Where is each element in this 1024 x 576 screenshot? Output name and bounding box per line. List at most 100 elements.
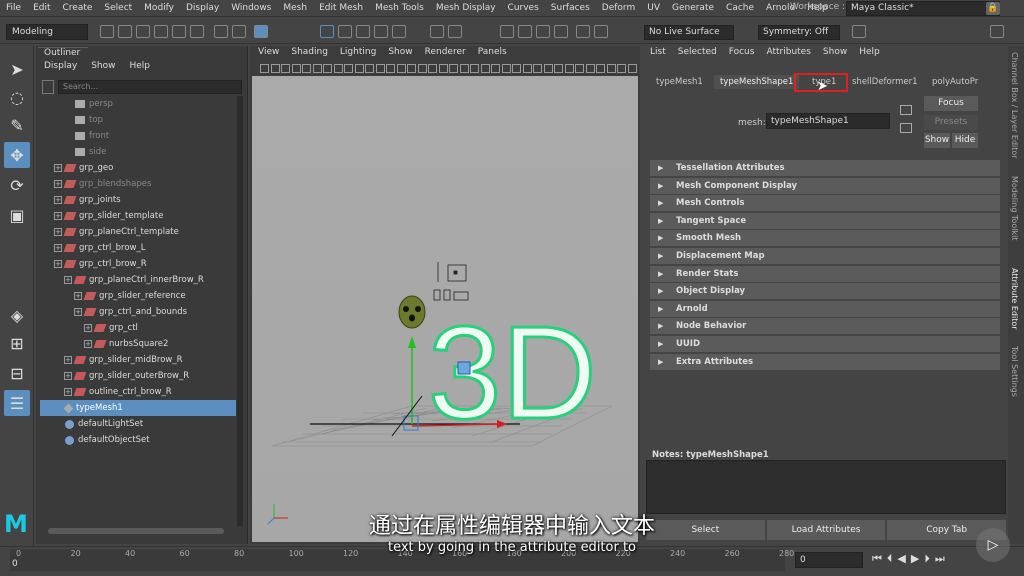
folder-icon[interactable]	[100, 25, 114, 38]
menu-item-surfaces[interactable]: Surfaces	[545, 3, 596, 13]
outliner-row[interactable]: defaultObjectSet	[40, 432, 236, 448]
select-tool-icon[interactable]: ➤	[4, 56, 30, 82]
viewport-tool-icon[interactable]	[302, 64, 311, 73]
save-scene-icon[interactable]	[154, 25, 168, 38]
section-arnold[interactable]: ▶ Arnold	[650, 300, 1000, 317]
move-tool-icon[interactable]: ✥	[4, 142, 30, 168]
menu-item-curves[interactable]: Curves	[502, 3, 545, 13]
rotate-tool-icon[interactable]: ⟳	[4, 172, 30, 198]
viewport-tool-icon[interactable]	[365, 64, 374, 73]
section-tangent-space[interactable]: ▶ Tangent Space	[650, 212, 1000, 229]
expand-icon[interactable]: +	[64, 276, 72, 284]
viewport-tool-icon[interactable]	[438, 64, 448, 73]
expand-arrow-icon[interactable]: ▶	[658, 248, 663, 264]
paint-select-tool-icon[interactable]: ✎	[4, 112, 30, 138]
side-tab-modeling-toolkit[interactable]: Modeling Toolkit	[1010, 176, 1019, 240]
outliner-row[interactable]: + grp_slider_midBrow_R	[40, 352, 236, 368]
render-settings-icon[interactable]	[536, 25, 550, 38]
menu-item-file[interactable]: File	[0, 3, 27, 13]
viewport-tool-icon[interactable]	[386, 64, 395, 73]
section-displacement-map[interactable]: ▶ Displacement Map	[650, 248, 1000, 264]
viewport-tool-icon[interactable]	[291, 64, 301, 73]
outliner-row[interactable]: + grp_ctrl_and_bounds	[40, 304, 236, 320]
outliner-row[interactable]: + grp_ctrl_brow_L	[40, 240, 236, 256]
section-mesh-component-display[interactable]: ▶ Mesh Component Display	[650, 177, 1000, 194]
expand-icon[interactable]: +	[54, 180, 62, 188]
open-scene-icon[interactable]	[136, 25, 150, 38]
menu-item-modify[interactable]: Modify	[138, 3, 180, 13]
expand-arrow-icon[interactable]: ▶	[658, 230, 663, 246]
outliner-row[interactable]: + grp_ctl	[40, 320, 236, 336]
expand-arrow-icon[interactable]: ▶	[658, 283, 663, 299]
snap-surface-icon[interactable]	[392, 25, 406, 38]
outliner-row[interactable]: typeMesh1	[40, 400, 236, 416]
hypershade-icon[interactable]	[554, 25, 568, 38]
outliner-row[interactable]: + grp_ctrl_brow_R	[40, 256, 236, 272]
channel-box-toggle-icon[interactable]	[990, 25, 1004, 38]
expand-arrow-icon[interactable]: ▶	[658, 213, 663, 229]
viewport-menu-renderer[interactable]: Renderer	[425, 47, 466, 61]
focus-button[interactable]: Focus	[924, 96, 978, 111]
redo-icon[interactable]	[190, 25, 204, 38]
outliner-row[interactable]: + grp_slider_reference	[40, 288, 236, 304]
viewport-tool-icon[interactable]	[407, 64, 416, 73]
viewport-tool-icon[interactable]	[396, 64, 406, 73]
viewport-menu-show[interactable]: Show	[388, 47, 412, 61]
sign-in-icon[interactable]	[852, 25, 866, 38]
snap-grid-icon[interactable]	[320, 25, 334, 38]
outliner-row[interactable]: defaultLightSet	[40, 416, 236, 432]
section-extra-attributes[interactable]: ▶ Extra Attributes	[650, 353, 1000, 370]
viewport-tool-icon[interactable]	[449, 64, 458, 73]
expand-icon[interactable]: +	[64, 388, 72, 396]
snap-view-icon[interactable]	[374, 25, 388, 38]
outliner-row[interactable]: + grp_joints	[40, 192, 236, 208]
viewport-tool-icon[interactable]	[270, 64, 280, 73]
viewport-menu-panels[interactable]: Panels	[478, 47, 507, 61]
move-y-arrow[interactable]	[408, 336, 416, 348]
notes-textarea[interactable]	[646, 460, 1006, 514]
menu-item-mesh-tools[interactable]: Mesh Tools	[369, 3, 430, 13]
layout-single-icon[interactable]: ◈	[4, 302, 30, 328]
expand-arrow-icon[interactable]: ▶	[658, 160, 663, 176]
move-center-handle[interactable]	[403, 415, 419, 431]
outliner-row[interactable]: front	[40, 128, 236, 144]
section-object-display[interactable]: ▶ Object Display	[650, 283, 1000, 300]
outliner-row[interactable]: + grp_slider_template	[40, 208, 236, 224]
tab-polyautopr[interactable]: polyAutoPr	[926, 75, 984, 89]
outliner-filter-icon[interactable]	[42, 80, 54, 94]
construction-history-icon[interactable]	[448, 25, 462, 38]
live-surface-field[interactable]: No Live Surface	[644, 25, 734, 40]
mode-select[interactable]: Modeling	[6, 24, 88, 40]
expand-arrow-icon[interactable]: ▶	[658, 195, 663, 211]
lasso-tool-icon[interactable]: ◌	[4, 84, 30, 110]
menu-item-uv[interactable]: UV	[641, 3, 666, 13]
outliner-menu-show[interactable]: Show	[91, 61, 115, 75]
attr-menu-attributes[interactable]: Attributes	[766, 47, 810, 61]
viewport-tool-icon[interactable]	[281, 64, 290, 73]
viewport-tool-icon[interactable]	[585, 64, 595, 73]
lock-icon[interactable]: 🔒	[986, 2, 1000, 15]
section-render-stats[interactable]: ▶ Render Stats	[650, 265, 1000, 282]
viewport-tool-icon[interactable]	[470, 64, 479, 73]
expand-icon[interactable]: +	[64, 372, 72, 380]
expand-icon[interactable]: +	[54, 164, 62, 172]
hide-button[interactable]: Hide	[952, 133, 978, 148]
arnold-render-icon[interactable]	[576, 25, 590, 38]
outliner-row[interactable]: + grp_planeCtrl_innerBrow_R	[40, 272, 236, 288]
selected-pivot[interactable]	[457, 361, 471, 375]
workspace-select[interactable]: Maya Classic*	[846, 1, 1000, 16]
viewport-canvas[interactable]: 3D	[252, 76, 638, 542]
section-node-behavior[interactable]: ▶ Node Behavior	[650, 318, 1000, 335]
viewport-tool-icon[interactable]	[606, 64, 616, 73]
outliner-row[interactable]: + grp_geo	[40, 160, 236, 176]
presets-button[interactable]: Presets	[924, 115, 978, 130]
ipr-render-icon[interactable]	[518, 25, 532, 38]
viewport-tool-icon[interactable]	[627, 64, 637, 73]
video-play-overlay-icon[interactable]: ▷	[976, 528, 1010, 562]
snap-curve-icon[interactable]	[338, 25, 352, 38]
show-button[interactable]: Show	[924, 133, 950, 148]
expand-arrow-icon[interactable]: ▶	[658, 354, 663, 370]
side-tab-tool-settings[interactable]: Tool Settings	[1010, 346, 1019, 397]
side-tab-attribute-editor[interactable]: Attribute Editor	[1010, 268, 1019, 330]
viewport-tool-icon[interactable]	[428, 64, 437, 73]
